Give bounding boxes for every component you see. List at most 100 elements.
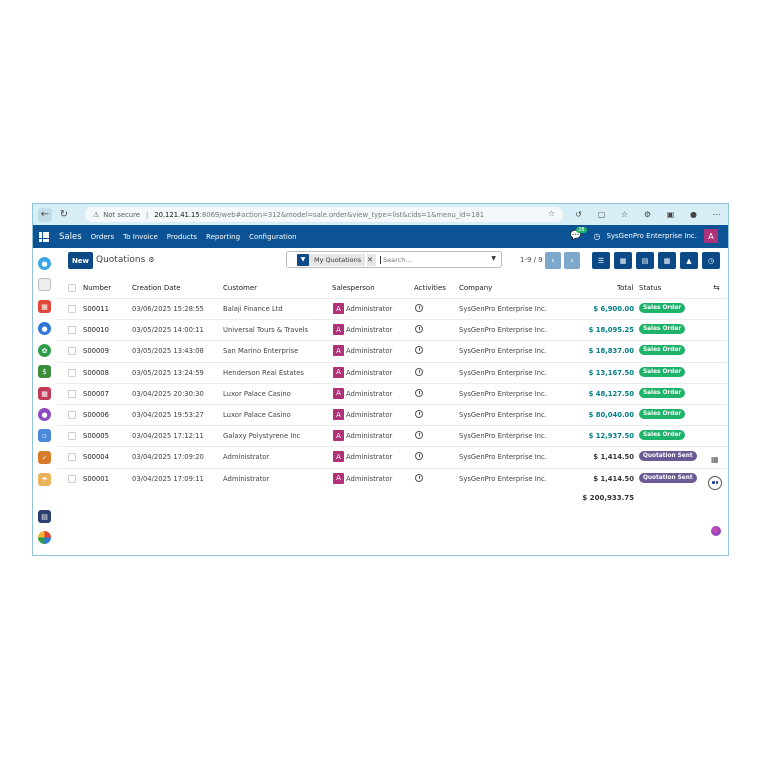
row-checkbox[interactable]	[68, 474, 76, 483]
column-customer[interactable]: Customer	[223, 284, 257, 292]
project-app-icon[interactable]: ●	[38, 408, 51, 421]
row-checkbox[interactable]	[68, 347, 76, 356]
column-status[interactable]: Status	[639, 284, 661, 292]
row-checkbox[interactable]	[68, 453, 76, 462]
chevron-down-icon[interactable]: ▼	[491, 255, 496, 262]
row-checkbox[interactable]	[68, 389, 76, 398]
order-number: S00007	[83, 389, 109, 398]
menu-reporting[interactable]: Reporting	[206, 233, 240, 241]
optional-columns-icon[interactable]: ⇆	[713, 283, 720, 292]
customer-name: Henderson Real Estates	[223, 368, 304, 377]
column-company[interactable]: Company	[459, 284, 492, 292]
row-checkbox[interactable]	[68, 305, 76, 313]
ai-assistant-icon[interactable]	[711, 526, 721, 536]
activity-clock-icon[interactable]	[415, 367, 423, 376]
activity-clock-icon[interactable]	[415, 452, 423, 461]
contacts-app-icon[interactable]: ●	[38, 322, 51, 335]
activity-clock-icon[interactable]	[415, 388, 423, 397]
profile-icon[interactable]: ●	[686, 207, 701, 222]
qr-code-icon[interactable]: ▦	[711, 455, 719, 464]
row-checkbox[interactable]	[68, 368, 76, 377]
customer-name: Luxor Palace Casino	[223, 411, 291, 419]
sales-app-icon[interactable]: $	[38, 365, 51, 378]
invoicing-app-icon[interactable]: ▤	[38, 510, 51, 523]
refresh-extension-icon[interactable]: ↺	[571, 207, 586, 222]
order-total: $ 12,937.50	[588, 432, 634, 441]
graph-view-button[interactable]: ▲	[680, 252, 698, 269]
user-avatar[interactable]: A	[704, 229, 718, 243]
customer-name: Luxor Palace Casino	[223, 389, 291, 398]
kanban-view-button[interactable]: ▦	[614, 252, 632, 269]
breadcrumb: Quotations ⚙	[96, 255, 155, 265]
activity-clock-icon[interactable]	[415, 410, 423, 418]
activity-clock-icon[interactable]	[415, 304, 423, 312]
extensions-icon[interactable]: ⚙	[640, 207, 655, 222]
table-row[interactable]: S00001 03/04/2025 17:09:11 Administrator A A…	[57, 467, 728, 489]
survey-app-icon[interactable]: ✓	[38, 451, 51, 464]
chatbot-icon[interactable]	[708, 476, 722, 490]
collections-icon[interactable]: ▣	[663, 207, 678, 222]
column-salesperson[interactable]: Salesperson	[332, 284, 375, 292]
chat-icon[interactable]: 💬 28	[570, 227, 587, 241]
crm-app-icon[interactable]: ✿	[38, 344, 51, 357]
salesperson-avatar: A	[333, 409, 344, 420]
row-checkbox[interactable]	[68, 326, 76, 335]
select-all-checkbox[interactable]	[68, 284, 76, 292]
pivot-view-button[interactable]: ▦	[658, 252, 676, 269]
column-activities[interactable]: Activities	[414, 284, 446, 292]
row-checkbox[interactable]	[68, 411, 76, 419]
split-screen-icon[interactable]: ▢	[594, 207, 609, 222]
table-row[interactable]: S00011 03/06/2025 15:28:55 Balaji Finance …	[57, 298, 728, 319]
table-row[interactable]: S00005 03/04/2025 17:12:11 Galaxy Polystyr…	[57, 425, 728, 446]
row-checkbox[interactable]	[68, 432, 76, 441]
table-row[interactable]: S00009 03/05/2025 13:43:08 San Marino Ente…	[57, 340, 728, 361]
activity-clock-icon[interactable]: ◷	[593, 232, 600, 241]
search-bar[interactable]: ▼ My Quotations ✕ ▼	[286, 251, 502, 268]
table-row[interactable]: S00008 03/05/2025 13:24:59 Henderson Real …	[57, 361, 728, 383]
activity-clock-icon[interactable]	[415, 431, 423, 440]
new-button[interactable]: New	[68, 252, 93, 269]
back-icon[interactable]: ←	[38, 207, 52, 222]
discuss-app-icon[interactable]: ●	[38, 257, 51, 270]
gear-icon[interactable]: ⚙	[148, 256, 154, 264]
activity-clock-icon[interactable]	[415, 346, 423, 355]
close-icon[interactable]: ✕	[367, 253, 376, 266]
reports-app-icon[interactable]	[38, 531, 51, 544]
app-name[interactable]: Sales	[59, 232, 82, 242]
pager-value[interactable]: 1-9 / 9	[520, 256, 543, 264]
activity-clock-icon[interactable]	[415, 473, 423, 482]
column-creation-date[interactable]: Creation Date	[132, 284, 181, 292]
column-total[interactable]: Total	[617, 284, 633, 292]
company-switcher[interactable]: SysGenPro Enterprise Inc.	[606, 232, 697, 240]
activity-view-button[interactable]: ◷	[702, 252, 720, 269]
table-row[interactable]: S00006 03/04/2025 19:53:27 Luxor Palace Ca…	[57, 404, 728, 425]
documents-app-icon[interactable]: ▫	[38, 429, 51, 442]
pager-next-button[interactable]: ›	[564, 252, 580, 269]
calendar-view-button[interactable]: ▤	[636, 252, 654, 269]
reload-icon[interactable]: ↻	[57, 208, 71, 222]
calendar-app-icon[interactable]: ▦	[38, 300, 51, 313]
dashboard-app-icon[interactable]: ▦	[38, 387, 51, 400]
broken-image-icon[interactable]	[38, 278, 51, 291]
table-row[interactable]: S00007 03/04/2025 20:30:30 Luxor Palace Ca…	[57, 382, 728, 404]
menu-orders[interactable]: Orders	[91, 233, 115, 241]
address-bar[interactable]: ⚠ Not secure | 20.121.41.15:8069/web#act…	[85, 207, 563, 222]
pager-previous-button[interactable]: ‹	[545, 252, 561, 269]
app-menu-icon[interactable]	[39, 231, 49, 242]
company-name: SysGenPro Enterprise Inc.	[459, 368, 547, 377]
favorites-icon[interactable]: ☆	[617, 207, 632, 222]
list-view-button[interactable]: ☰	[592, 252, 610, 269]
favorite-star-icon[interactable]: ☆	[548, 209, 555, 218]
search-input[interactable]	[379, 255, 480, 264]
menu-to-invoice[interactable]: To Invoice	[123, 233, 158, 241]
creation-date: 03/04/2025 17:09:20	[132, 453, 204, 462]
column-number[interactable]: Number	[83, 284, 111, 292]
menu-products[interactable]: Products	[167, 233, 197, 241]
menu-configuration[interactable]: Configuration	[249, 233, 296, 241]
more-icon[interactable]: ⋯	[709, 207, 724, 222]
table-row[interactable]: S00010 03/05/2025 14:00:11 Universal Tours…	[57, 319, 728, 340]
activity-clock-icon[interactable]	[415, 325, 423, 334]
table-row[interactable]: S00004 03/04/2025 17:09:20 Administrator A A…	[57, 446, 728, 467]
order-total: $ 6,900.00	[593, 305, 634, 313]
purchase-app-icon[interactable]: ☂	[38, 473, 51, 486]
